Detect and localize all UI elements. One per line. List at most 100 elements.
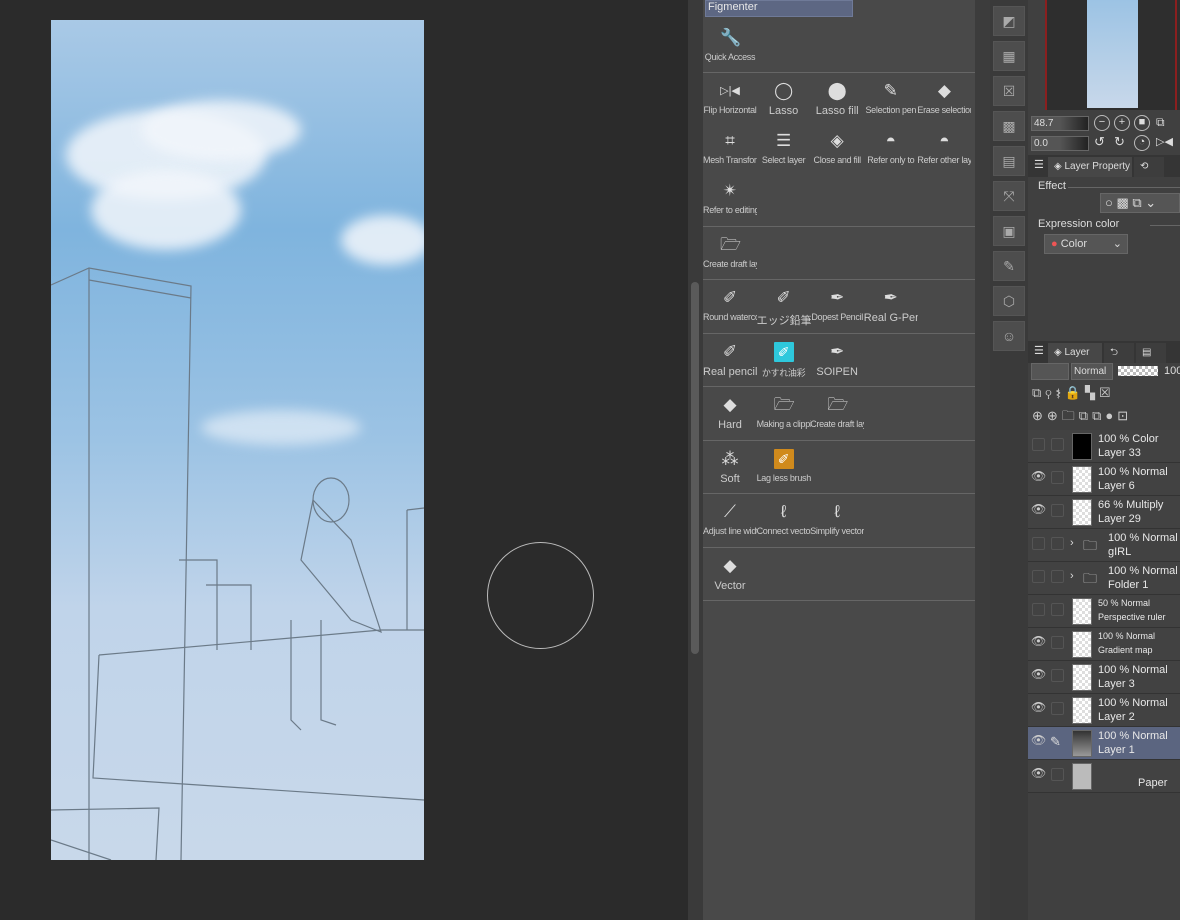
tool-item[interactable]: 🔧 Quick Access — [703, 20, 757, 70]
layer-row[interactable]: 👁 100 % Normal Layer 2 — [1028, 694, 1180, 727]
lock-toggle[interactable] — [1051, 471, 1064, 484]
layout-panel-icon[interactable]: ▤ — [993, 146, 1025, 176]
reset-rotation-icon[interactable]: ◔ — [1134, 135, 1150, 151]
tab-layer[interactable]: ◈ Layer — [1048, 343, 1102, 363]
edit-panel-icon[interactable]: ✎ — [993, 251, 1025, 281]
tool-item[interactable]: ✐ Lag less brush — [757, 441, 811, 491]
tool-item[interactable]: ⁂ Soft — [703, 441, 757, 491]
figure-panel-icon[interactable]: ☺ — [993, 321, 1025, 351]
close-panel-icon[interactable]: ☒ — [993, 76, 1025, 106]
tool-item[interactable]: ◓ Refer other layers — [917, 123, 971, 173]
tool-item[interactable]: ⬤ Lasso fill — [810, 73, 864, 123]
visibility-toggle[interactable] — [1032, 603, 1045, 616]
tool-item[interactable]: ✐ Round watercolor — [703, 280, 757, 330]
tool-item[interactable]: ◆ Hard — [703, 387, 757, 437]
tool-item[interactable]: ⌗ Mesh Transform — [703, 123, 757, 173]
tool-item[interactable]: ℓ Connect vector — [757, 494, 811, 544]
blend-mode-select[interactable]: Normal — [1071, 363, 1113, 380]
eye-icon[interactable]: 👁 — [1031, 733, 1046, 747]
zoom-input[interactable]: 48.7 — [1031, 116, 1089, 131]
lock-toggle[interactable] — [1051, 438, 1064, 451]
tool-item[interactable]: ⟋ Adjust line width — [703, 494, 757, 544]
visibility-toggle[interactable] — [1032, 537, 1045, 550]
rotation-input[interactable]: 0.0 — [1031, 136, 1089, 151]
tool-item[interactable]: ✐ かすれ油彩 — [757, 334, 811, 384]
eye-icon[interactable]: 👁 — [1031, 766, 1046, 780]
layer-color-select[interactable] — [1031, 363, 1069, 380]
tool-item[interactable]: ▷|◀ Flip Horizontal — [703, 73, 757, 123]
lock-toggle[interactable] — [1051, 570, 1064, 583]
tool-item[interactable]: ◓ Refer only to — [864, 123, 918, 173]
layer-row[interactable]: 👁 100 % Normal Gradient map — [1028, 628, 1180, 661]
tool-item[interactable]: ✎ Selection pen — [864, 73, 918, 123]
zoom-in-icon[interactable]: + — [1114, 115, 1130, 131]
layer-row[interactable]: 👁 100 % Normal Layer 3 — [1028, 661, 1180, 694]
lock-toggle[interactable] — [1051, 768, 1064, 781]
expand-chevron-icon[interactable]: › — [1070, 537, 1074, 549]
tool-item[interactable]: ◆ Erase selection — [917, 73, 971, 123]
fit-icon[interactable]: ■ — [1134, 115, 1150, 131]
tool-item[interactable]: ◈ Close and fill — [810, 123, 864, 173]
layer-row[interactable]: 50 % Normal Perspective ruler — [1028, 595, 1180, 628]
tool-item[interactable]: ◯ Lasso — [757, 73, 811, 123]
effect-buttons[interactable]: ○ ▩ ⧉ ⌄ — [1100, 193, 1180, 213]
fit-window-icon[interactable]: ⧉ — [1156, 115, 1165, 130]
rotate-left-icon[interactable]: ↺ — [1094, 134, 1105, 150]
tab-other[interactable]: ⟲ — [1134, 157, 1164, 177]
lock-toggle[interactable] — [1051, 636, 1064, 649]
tab-layer-property[interactable]: ◈ Layer Property — [1048, 157, 1132, 177]
tool-item[interactable]: 🗁 Create draft layer — [810, 387, 864, 437]
tool-item[interactable]: 🗁 Create draft layer — [703, 227, 757, 277]
menu-icon[interactable]: ☰ — [1034, 158, 1044, 171]
layer-row[interactable]: › 🗀 100 % Normal Folder 1 — [1028, 562, 1180, 595]
layer-row[interactable]: 👁 66 % Multiply Layer 29 — [1028, 496, 1180, 529]
eye-icon[interactable]: 👁 — [1031, 469, 1046, 483]
tab-figmenter[interactable]: Figmenter — [705, 0, 853, 17]
artwork-canvas[interactable] — [51, 20, 424, 860]
eye-icon[interactable]: 👁 — [1031, 667, 1046, 681]
texture-panel-icon[interactable]: ▩ — [993, 111, 1025, 141]
visibility-toggle[interactable] — [1032, 438, 1045, 451]
layer-row[interactable]: 👁 Paper — [1028, 760, 1180, 793]
lock-toggle[interactable] — [1051, 669, 1064, 682]
tool-item[interactable]: ☰ Select layer — [757, 123, 811, 173]
eye-icon[interactable]: 👁 — [1031, 634, 1046, 648]
tab-animation[interactable]: ▤ — [1136, 343, 1166, 363]
lock-toggle[interactable] — [1051, 603, 1064, 616]
tool-item[interactable]: 🗁 Making a clipping — [757, 387, 811, 437]
tool-item[interactable]: ✒ Real G-Pen — [864, 280, 918, 330]
lock-toggle[interactable] — [1051, 504, 1064, 517]
expand-chevron-icon[interactable]: › — [1070, 570, 1074, 582]
layer-lock-toolbar[interactable]: ⧉⚲⚕🔒▚☒ — [1032, 385, 1115, 401]
lock-toggle[interactable] — [1051, 537, 1064, 550]
expression-color-select[interactable]: ● Color ⌄ — [1044, 234, 1128, 254]
layer-row[interactable]: › 🗀 100 % Normal gIRL — [1028, 529, 1180, 562]
3d-panel-icon[interactable]: ⬡ — [993, 286, 1025, 316]
lock-toggle[interactable] — [1051, 702, 1064, 715]
visibility-toggle[interactable] — [1032, 570, 1045, 583]
expand-panel-icon[interactable]: ⤧ — [993, 181, 1025, 211]
layer-row[interactable]: 100 % Color Layer 33 — [1028, 430, 1180, 463]
layer-create-toolbar[interactable]: ⊕⊕🗀⧉⧉●⊡ — [1032, 407, 1132, 429]
eye-icon[interactable]: 👁 — [1031, 700, 1046, 714]
scrollbar-thumb[interactable] — [691, 282, 699, 654]
layer-row[interactable]: 👁 ✎ 100 % Normal Layer 1 — [1028, 727, 1180, 760]
grid-panel-icon[interactable]: ▦ — [993, 41, 1025, 71]
menu-icon[interactable]: ☰ — [1034, 344, 1044, 357]
zoom-out-icon[interactable]: − — [1094, 115, 1110, 131]
layer-row[interactable]: 👁 100 % Normal Layer 6 — [1028, 463, 1180, 496]
brush-panel-icon[interactable]: ◩ — [993, 6, 1025, 36]
flip-icon[interactable]: ▷◀ — [1156, 135, 1173, 148]
tool-item[interactable]: ℓ Simplify vector — [810, 494, 864, 544]
tool-item[interactable]: ✐ Real pencil — [703, 334, 757, 384]
tool-item[interactable]: ◆ Vector — [703, 548, 757, 598]
eye-icon[interactable]: 👁 — [1031, 502, 1046, 516]
tool-item[interactable]: ✒ SOIPEN — [810, 334, 864, 384]
rotate-right-icon[interactable]: ↻ — [1114, 134, 1125, 150]
image-panel-icon[interactable]: ▣ — [993, 216, 1025, 246]
tab-history[interactable]: ⮌ — [1104, 343, 1134, 363]
tool-item[interactable]: ✒ Dopest Pencil — [810, 280, 864, 330]
tool-item[interactable]: ✐ エッジ鉛筆 — [757, 280, 811, 330]
tool-item[interactable]: ✴ Refer to editing — [703, 173, 757, 223]
opacity-slider[interactable] — [1118, 366, 1158, 376]
